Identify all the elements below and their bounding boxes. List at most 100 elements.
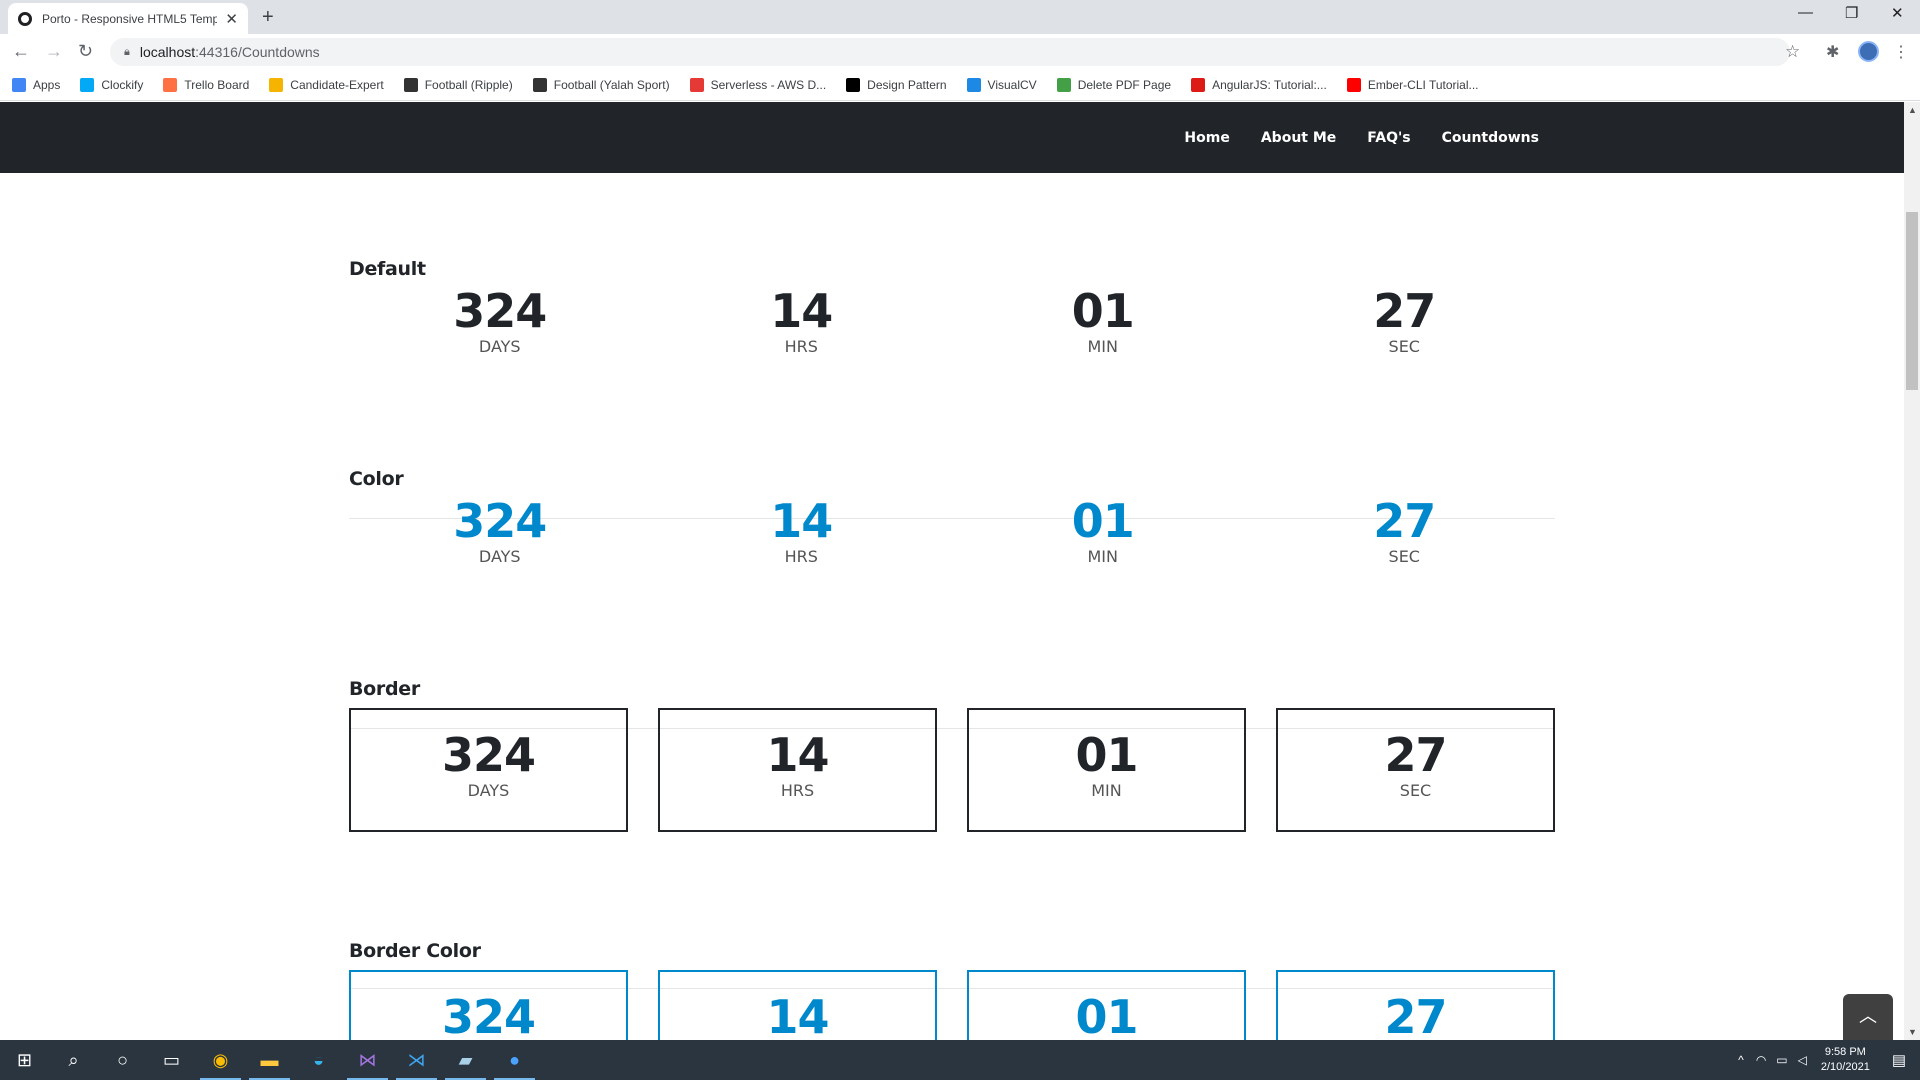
section-border: Border 324 DAYS 14 HRS 01 MIN 27 SEC xyxy=(349,678,1555,832)
seconds-label: SEC xyxy=(1399,781,1432,800)
minimize-icon[interactable]: — xyxy=(1798,4,1813,21)
days-value: 324 xyxy=(453,284,547,338)
bookmark-item[interactable]: Clockify xyxy=(80,78,143,92)
web-page: Home About Me FAQ's Countdowns Default 3… xyxy=(0,102,1904,1040)
search-icon[interactable]: ⌕ xyxy=(49,1040,98,1080)
countdown-seconds: 27 SEC xyxy=(1254,496,1556,566)
section-border-color: Border Color 324DAYS 14HRS 01MIN 27SEC xyxy=(349,940,1555,1040)
profile-avatar[interactable] xyxy=(1858,41,1879,62)
minutes-label: MIN xyxy=(1087,547,1119,566)
bookmark-label: Serverless - AWS D... xyxy=(710,78,827,92)
bookmark-label: Trello Board xyxy=(184,78,250,92)
bookmark-item[interactable]: Apps xyxy=(12,78,60,92)
scroll-to-top-button[interactable]: ︿ xyxy=(1843,994,1893,1040)
bookmark-favicon-icon xyxy=(403,78,418,92)
wifi-icon[interactable]: ◠ xyxy=(1756,1053,1766,1067)
hours-label: HRS xyxy=(780,781,815,800)
bookmark-item[interactable]: Football (Ripple) xyxy=(403,78,513,92)
forward-icon[interactable]: → xyxy=(45,41,63,62)
countdown-minutes-box: 01MIN xyxy=(967,708,1246,832)
visual-studio-icon[interactable]: ⋈ xyxy=(343,1040,392,1080)
countdown-minutes-box: 01MIN xyxy=(967,970,1246,1040)
site-header: Home About Me FAQ's Countdowns xyxy=(0,102,1904,173)
maps-icon[interactable]: ● xyxy=(490,1040,539,1080)
countdown-days-box: 324DAYS xyxy=(349,708,628,832)
clock-time: 9:58 PM xyxy=(1824,1046,1866,1058)
bookmark-favicon-icon xyxy=(12,78,26,92)
close-tab-icon[interactable]: ✕ xyxy=(225,10,238,28)
bookmark-favicon-icon xyxy=(966,78,981,92)
minutes-value: 01 xyxy=(1071,494,1135,548)
bookmark-item[interactable]: Candidate-Expert xyxy=(269,78,384,92)
minutes-label: MIN xyxy=(1091,781,1122,800)
countdown-minutes: 01 MIN xyxy=(952,496,1254,566)
menu-kebab-icon[interactable]: ⋮ xyxy=(1893,42,1909,62)
clock[interactable]: 9:58 PM 2/10/2021 xyxy=(1821,1045,1870,1075)
bookmark-favicon-icon xyxy=(689,78,704,92)
days-label: DAYS xyxy=(478,337,521,356)
nav-home[interactable]: Home xyxy=(1184,130,1229,146)
bookmark-item[interactable]: Delete PDF Page xyxy=(1056,78,1171,92)
countdown-seconds-box: 27SEC xyxy=(1276,708,1555,832)
hours-value: 14 xyxy=(766,990,829,1040)
bookmark-item[interactable]: Trello Board xyxy=(163,78,249,92)
reload-icon[interactable]: ↻ xyxy=(78,41,93,62)
main-nav: Home About Me FAQ's Countdowns xyxy=(1153,102,1539,173)
bookmark-label: Design Pattern xyxy=(867,78,947,92)
scroll-up-icon[interactable]: ▲ xyxy=(1908,105,1917,115)
countdown-days-box: 324DAYS xyxy=(349,970,628,1040)
extensions-icon[interactable]: ✱ xyxy=(1826,42,1839,62)
nav-about-me[interactable]: About Me xyxy=(1261,130,1336,146)
bookmark-item[interactable]: Football (Yalah Sport) xyxy=(532,78,670,92)
bookmark-favicon-icon xyxy=(163,78,178,92)
scroll-down-icon[interactable]: ▼ xyxy=(1908,1027,1917,1037)
bookmark-item[interactable]: VisualCV xyxy=(966,78,1037,92)
file-explorer-icon[interactable]: ▬ xyxy=(245,1040,294,1080)
back-icon[interactable]: ← xyxy=(12,41,30,62)
hours-value: 14 xyxy=(770,284,833,338)
browser-chrome: Porto - Responsive HTML5 Temp ✕ + — ❐ ✕ … xyxy=(0,0,1920,101)
bookmark-item[interactable]: AngularJS: Tutorial:... xyxy=(1191,78,1327,92)
minutes-value: 01 xyxy=(1075,728,1138,782)
address-bar[interactable]: 🔒︎ localhost:44316/Countdowns xyxy=(110,38,1790,66)
chrome-icon[interactable]: ◉ xyxy=(196,1040,245,1080)
scrollbar-thumb[interactable] xyxy=(1906,212,1918,390)
countdown-days: 324 DAYS xyxy=(349,286,651,356)
notifications-icon[interactable]: ▤ xyxy=(1892,1051,1906,1069)
bookmark-favicon-icon xyxy=(846,78,861,92)
nav-faqs[interactable]: FAQ's xyxy=(1367,130,1410,146)
close-window-icon[interactable]: ✕ xyxy=(1891,4,1904,22)
days-value: 324 xyxy=(441,990,536,1040)
bookmark-label: Football (Yalah Sport) xyxy=(553,78,670,92)
days-value: 324 xyxy=(453,494,547,548)
countdown-hours-box: 14HRS xyxy=(658,708,937,832)
app-icon[interactable]: ▭ xyxy=(147,1040,196,1080)
countdown-seconds: 27 SEC xyxy=(1254,286,1556,356)
volume-icon[interactable]: ◁ xyxy=(1798,1053,1807,1067)
edge-icon[interactable]: ◒ xyxy=(294,1040,343,1080)
windows-start-icon[interactable]: ⊞ xyxy=(0,1040,49,1080)
seconds-value: 27 xyxy=(1373,494,1436,548)
app-icon[interactable]: ▰ xyxy=(441,1040,490,1080)
chevron-up-icon[interactable]: ^ xyxy=(1738,1053,1744,1067)
countdown-border-color: 324DAYS 14HRS 01MIN 27SEC xyxy=(349,970,1555,1040)
countdown-hours-box: 14HRS xyxy=(658,970,937,1040)
bookmark-item[interactable]: Serverless - AWS D... xyxy=(689,78,827,92)
bookmark-star-icon[interactable]: ☆ xyxy=(1785,42,1800,62)
task-view-icon[interactable]: ○ xyxy=(98,1040,147,1080)
lock-icon: 🔒︎ xyxy=(124,45,130,58)
countdown-seconds-box: 27SEC xyxy=(1276,970,1555,1040)
countdown-hours: 14 HRS xyxy=(651,496,953,566)
bookmark-label: VisualCV xyxy=(987,78,1037,92)
vscode-icon[interactable]: ⋊ xyxy=(392,1040,441,1080)
restore-icon[interactable]: ❐ xyxy=(1845,4,1858,22)
new-tab-icon[interactable]: + xyxy=(262,6,274,29)
page-scrollbar[interactable]: ▲ ▼ xyxy=(1904,102,1920,1040)
system-tray: ^ ◠ ▭ ◁ 9:58 PM 2/10/2021 ▤ xyxy=(1738,1040,1920,1080)
battery-icon[interactable]: ▭ xyxy=(1776,1053,1787,1067)
nav-countdowns[interactable]: Countdowns xyxy=(1442,130,1539,146)
browser-tab[interactable]: Porto - Responsive HTML5 Temp ✕ xyxy=(8,3,248,34)
minutes-label: MIN xyxy=(1087,337,1119,356)
bookmark-item[interactable]: Ember-CLI Tutorial... xyxy=(1346,78,1479,92)
bookmark-item[interactable]: Design Pattern xyxy=(846,78,947,92)
